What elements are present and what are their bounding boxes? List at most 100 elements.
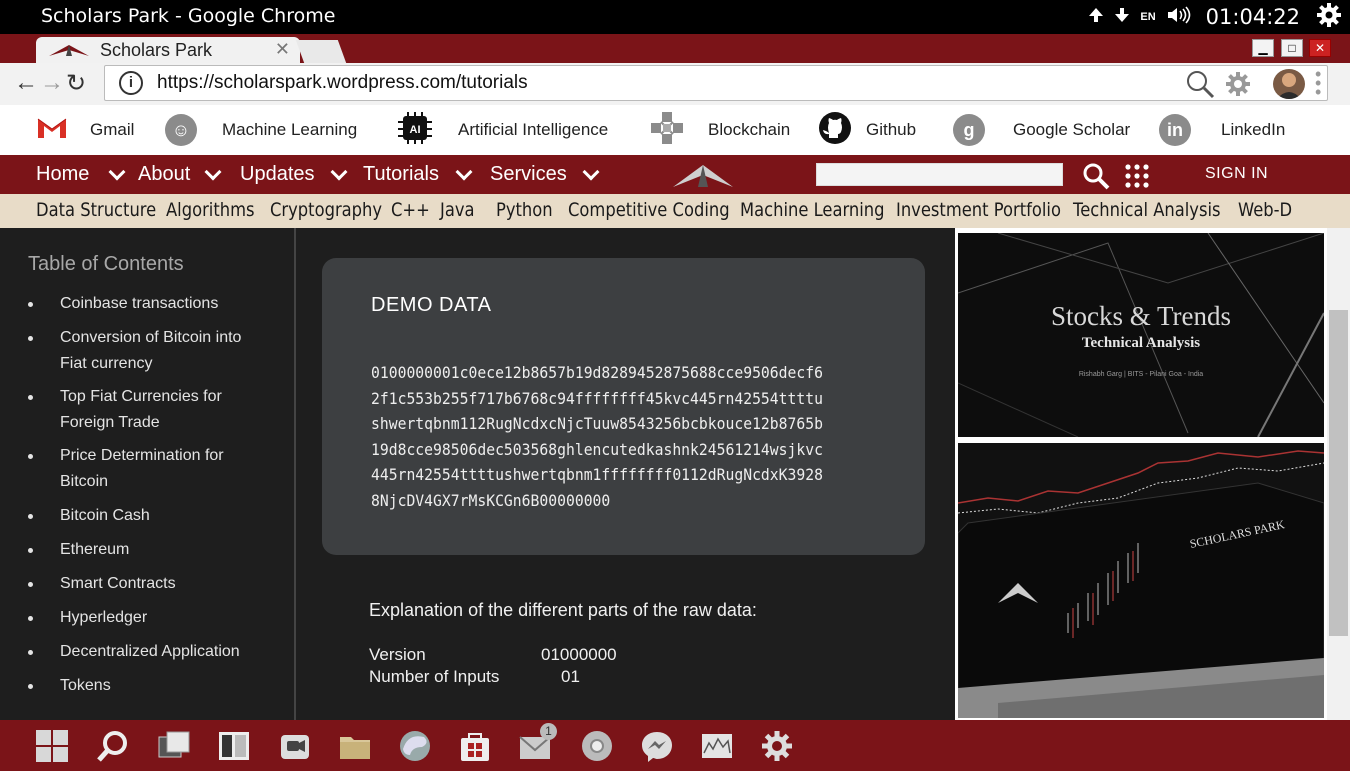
demo-data-card: DEMO DATA 0100000001c0ece12b8657b19d8289… xyxy=(322,258,925,555)
volume-icon[interactable] xyxy=(1166,5,1192,29)
reload-icon[interactable]: ↻ xyxy=(66,69,86,98)
language-indicator[interactable]: EN xyxy=(1140,11,1155,23)
tab-scholars-park[interactable]: Scholars Park ✕ xyxy=(36,37,300,63)
toc-item[interactable]: Coinbase transactions xyxy=(60,291,270,317)
task-view-icon[interactable] xyxy=(157,729,191,763)
category-investment-portfolio[interactable]: Investment Portfolio xyxy=(896,199,1061,221)
category-technical-analysis[interactable]: Technical Analysis xyxy=(1073,199,1221,221)
chrome-icon[interactable] xyxy=(580,729,614,763)
field-label: Number of Inputs xyxy=(369,667,500,686)
scholars-park-logo-icon xyxy=(48,43,90,62)
category-data-structure[interactable]: Data Structure xyxy=(36,199,156,221)
edge-browser-icon[interactable] xyxy=(398,729,432,763)
category-cpp[interactable]: C++ xyxy=(391,199,430,221)
nav-services[interactable]: Services xyxy=(490,163,567,186)
url-text[interactable]: https://scholarspark.wordpress.com/tutor… xyxy=(157,72,528,94)
stock-chart-app-icon[interactable] xyxy=(700,729,734,763)
category-web-d[interactable]: Web-D xyxy=(1238,199,1292,221)
search-icon[interactable] xyxy=(1082,162,1110,195)
back-arrow-icon[interactable]: ← xyxy=(14,69,38,97)
bullet xyxy=(28,336,33,341)
page-scrollbar-thumb[interactable] xyxy=(1329,310,1348,636)
toc-item[interactable]: Ethereum xyxy=(60,537,270,563)
bookmark-artificial-intelligence[interactable]: AI Artificial Intelligence xyxy=(398,105,608,155)
site-search-input[interactable] xyxy=(816,163,1063,186)
settings-gear-icon[interactable] xyxy=(1316,2,1342,33)
category-java[interactable]: Java xyxy=(440,199,475,221)
close-window-button[interactable]: ✕ xyxy=(1309,39,1331,57)
toc-item[interactable]: Smart Contracts xyxy=(60,571,270,597)
chevron-down-icon[interactable] xyxy=(455,163,473,181)
ad-subtitle: Technical Analysis xyxy=(1081,335,1201,351)
toc-item[interactable]: Top Fiat Currencies for Foreign Trade xyxy=(60,384,270,436)
nav-about[interactable]: About xyxy=(138,163,190,186)
sidebar-ads: Stocks & Trends Technical Analysis Risha… xyxy=(955,228,1327,720)
forward-arrow-icon[interactable]: → xyxy=(40,69,64,97)
toc-item[interactable]: Tokens xyxy=(60,673,270,699)
site-logo-icon[interactable] xyxy=(672,162,734,193)
tab-close-icon[interactable]: ✕ xyxy=(275,39,290,60)
bookmark-blockchain[interactable]: Blockchain xyxy=(650,105,790,155)
scholars-park-laptop-banner[interactable]: SCHOLARS PARK xyxy=(958,443,1324,718)
profile-avatar[interactable] xyxy=(1273,69,1305,99)
linkedin-icon: in xyxy=(1159,114,1191,146)
info-icon[interactable]: i xyxy=(119,71,143,95)
bookmark-linkedin[interactable]: in LinkedIn xyxy=(1159,105,1285,155)
file-explorer-icon[interactable] xyxy=(338,729,372,763)
os-title-bar: Scholars Park - Google Chrome EN 01:04:2… xyxy=(0,0,1350,34)
chevron-down-icon[interactable] xyxy=(204,163,222,181)
new-tab-button[interactable] xyxy=(295,40,347,63)
bookmark-label: Gmail xyxy=(90,120,135,139)
video-chat-icon[interactable] xyxy=(278,729,312,763)
google-icon: g xyxy=(953,114,985,146)
bookmark-google-scholar[interactable]: g Google Scholar xyxy=(953,105,1130,155)
laptop-chart-image: SCHOLARS PARK xyxy=(958,443,1324,718)
svg-text:AI: AI xyxy=(410,124,421,136)
bookmark-gmail[interactable]: Gmail xyxy=(36,105,134,155)
snap-layout-icon[interactable] xyxy=(217,729,251,763)
bookmark-machine-learning[interactable]: ☺ Machine Learning xyxy=(165,105,357,155)
category-machine-learning[interactable]: Machine Learning xyxy=(740,199,885,221)
site-navigation: Home About Updates Tutorials Services SI… xyxy=(0,155,1350,194)
maximize-button[interactable]: □ xyxy=(1281,39,1303,57)
toc-item[interactable]: Hyperledger xyxy=(60,605,270,631)
chevron-down-icon[interactable] xyxy=(108,163,126,181)
menu-kebab-icon[interactable]: • • • xyxy=(1315,65,1321,101)
nav-updates[interactable]: Updates xyxy=(240,163,315,186)
toc-item[interactable]: Decentralized Application xyxy=(60,639,270,665)
settings-gear-icon[interactable] xyxy=(760,729,794,763)
upload-arrow-icon xyxy=(1088,7,1104,28)
start-menu-icon[interactable] xyxy=(35,729,69,763)
extension-gear-icon[interactable] xyxy=(1225,71,1251,102)
search-icon[interactable] xyxy=(96,729,130,763)
window-title: Scholars Park - Google Chrome xyxy=(41,5,336,27)
toc-item[interactable]: Conversion of Bitcoin into Fiat currency xyxy=(60,325,270,377)
mail-icon[interactable]: 1 xyxy=(518,723,557,763)
category-python[interactable]: Python xyxy=(496,199,553,221)
bullet xyxy=(28,548,33,553)
sign-in-link[interactable]: SIGN IN xyxy=(1205,165,1268,183)
messenger-icon[interactable] xyxy=(640,729,674,763)
stocks-trends-banner[interactable]: Stocks & Trends Technical Analysis Risha… xyxy=(958,233,1324,437)
category-algorithms[interactable]: Algorithms xyxy=(166,199,255,221)
store-icon[interactable] xyxy=(458,729,492,763)
category-competitive-coding[interactable]: Competitive Coding xyxy=(568,199,730,221)
toc-item[interactable]: Price Determination for Bitcoin xyxy=(60,443,270,495)
search-icon[interactable] xyxy=(1185,69,1215,104)
raw-transaction-data: 0100000001c0ece12b8657b19d8289452875688c… xyxy=(371,363,823,510)
field-value: 01 xyxy=(561,667,580,686)
chevron-down-icon[interactable] xyxy=(330,163,348,181)
category-cryptography[interactable]: Cryptography xyxy=(270,199,382,221)
apps-grid-icon[interactable] xyxy=(1124,163,1150,194)
nav-home[interactable]: Home xyxy=(36,163,89,186)
bullet xyxy=(28,302,33,307)
bookmark-github[interactable]: Github xyxy=(818,105,916,155)
omnibox[interactable]: i https://scholarspark.wordpress.com/tut… xyxy=(104,65,1328,101)
ad-credit: Rishabh Garg | BITS - Pilani Goa - India xyxy=(1078,371,1204,378)
toc-item[interactable]: Bitcoin Cash xyxy=(60,503,270,529)
blockchain-icon xyxy=(650,111,684,150)
chevron-down-icon[interactable] xyxy=(582,163,600,181)
nav-tutorials[interactable]: Tutorials xyxy=(363,163,439,186)
minimize-button[interactable]: ▁ xyxy=(1252,39,1274,57)
bullet xyxy=(28,650,33,655)
